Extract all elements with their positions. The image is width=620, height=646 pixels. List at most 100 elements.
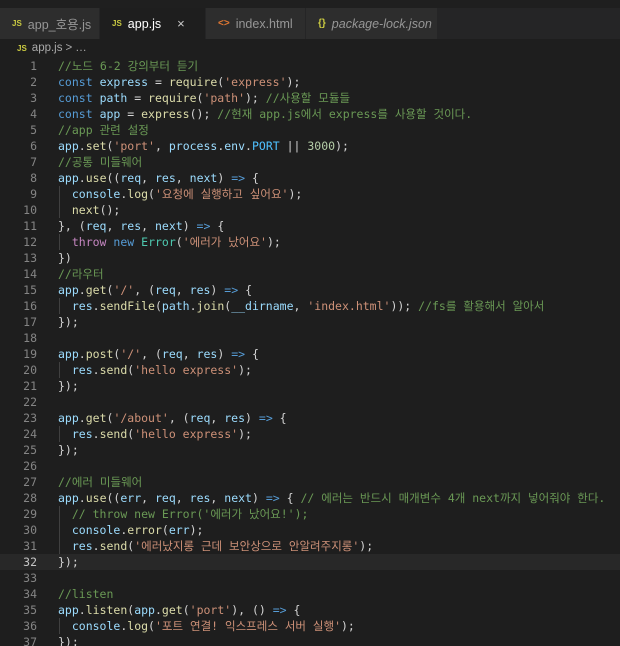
line-number: 23: [23, 411, 37, 425]
code-token: app: [58, 283, 79, 297]
code-line[interactable]: 35 app.listen(app.get('port'), () => {: [0, 602, 620, 618]
code-token: err: [120, 491, 142, 505]
code-token: ,: [210, 411, 225, 425]
line-number: 24: [23, 427, 37, 441]
code-line[interactable]: 31 res.send('에러났지롱 근데 보안상으로 안알려주지롱');: [0, 538, 620, 554]
code-text: });: [58, 442, 79, 458]
code-token: app: [58, 411, 79, 425]
code-line[interactable]: 12 throw new Error('에러가 났어요');: [0, 234, 620, 250]
code-line[interactable]: 33: [0, 570, 620, 586]
code-text: res.sendFile(path.join(__dirname, 'index…: [58, 298, 544, 314]
line-number: 20: [23, 363, 37, 377]
title-bar: [0, 0, 620, 8]
code-token: ((: [106, 491, 121, 505]
code-line[interactable]: 21});: [0, 378, 620, 394]
code-token: next: [154, 219, 183, 233]
code-line[interactable]: 20 res.send('hello express');: [0, 362, 620, 378]
code-line[interactable]: 1 //노드 6-2 강의부터 듣기: [0, 58, 620, 74]
code-line[interactable]: 26: [0, 458, 620, 474]
code-line[interactable]: 36 console.log('포트 연결! 익스프레스 서버 실행');: [0, 618, 620, 634]
code-token: process: [168, 139, 218, 153]
code-token: {: [245, 171, 259, 185]
code-token: app: [134, 603, 155, 617]
code-token: ();: [99, 203, 121, 217]
code-text: next();: [58, 202, 120, 218]
code-line[interactable]: 17});: [0, 314, 620, 330]
breadcrumb-file[interactable]: app.js: [32, 42, 63, 54]
tab-package-lock-json[interactable]: {} package-lock.json: [306, 8, 438, 39]
close-icon[interactable]: ×: [177, 16, 185, 31]
code-line[interactable]: 23 app.get('/about', (req, res) => {: [0, 410, 620, 426]
code-token: ): [217, 171, 232, 185]
code-line[interactable]: 24 res.send('hello express');: [0, 426, 620, 442]
code-token: }, (: [58, 219, 86, 233]
code-line[interactable]: 4 const app = express(); //현재 app.js에서 ex…: [0, 106, 620, 122]
code-line[interactable]: 11}, (req, res, next) => {: [0, 218, 620, 234]
code-token: send: [99, 427, 128, 441]
line-number: 25: [23, 443, 37, 457]
code-token: .: [92, 539, 100, 553]
code-token: send: [99, 363, 128, 377]
code-line[interactable]: 8 app.use((req, res, next) => {: [0, 170, 620, 186]
code-token: .: [78, 283, 86, 297]
code-token: '포트 연결! 익스프레스 서버 실행': [154, 619, 341, 633]
code-token: send: [99, 539, 128, 553]
code-line[interactable]: 32});: [0, 554, 620, 570]
code-token: .: [78, 603, 86, 617]
indent-guide: [59, 506, 60, 554]
code-token: .: [92, 427, 100, 441]
code-line[interactable]: 7 //공통 미들웨어: [0, 154, 620, 170]
code-token: console: [71, 619, 121, 633]
code-line[interactable]: 14 //라우터: [0, 266, 620, 282]
code-line[interactable]: 16 res.sendFile(path.join(__dirname, 'in…: [0, 298, 620, 314]
code-token: // throw new Error('에러가 났어요!');: [71, 507, 309, 521]
code-token: path: [161, 299, 190, 313]
code-line[interactable]: 19 app.post('/', (req, res) => {: [0, 346, 620, 362]
indent-guide: [59, 186, 60, 218]
code-line[interactable]: 28 app.use((err, req, res, next) => { // …: [0, 490, 620, 506]
line-number: 36: [23, 619, 37, 633]
code-line[interactable]: 18: [0, 330, 620, 346]
code-token: PORT: [251, 139, 280, 153]
tab-app-hoyong-js[interactable]: JS app_호용.js: [0, 8, 100, 39]
editor-tab-bar: JS app_호용.js JS app.js × <> index.html {…: [0, 8, 620, 39]
breadcrumb-symbol[interactable]: …: [75, 42, 87, 54]
line-number: 14: [23, 267, 37, 281]
code-line[interactable]: 27 //에러 미들웨어: [0, 474, 620, 490]
js-file-icon: JS: [112, 19, 122, 28]
code-text: // throw new Error('에러가 났어요!');: [58, 506, 309, 522]
code-line[interactable]: 22: [0, 394, 620, 410]
code-line[interactable]: 9 console.log('요청에 실행하고 싶어요');: [0, 186, 620, 202]
line-number: 7: [30, 155, 37, 169]
code-token: =: [148, 75, 169, 89]
code-token: );: [359, 539, 374, 553]
code-line[interactable]: 15 app.get('/', (req, res) => {: [0, 282, 620, 298]
line-number: 27: [23, 475, 37, 489]
code-token: console: [71, 187, 121, 201]
line-number: 21: [23, 379, 37, 393]
code-token: =>: [265, 491, 280, 505]
code-line[interactable]: 30 console.error(err);: [0, 522, 620, 538]
tab-app-js[interactable]: JS app.js ×: [100, 8, 206, 39]
code-line[interactable]: 10 next();: [0, 202, 620, 218]
code-editor[interactable]: 1 //노드 6-2 강의부터 듣기 2 const express = requir…: [0, 57, 620, 646]
code-line[interactable]: 6 app.set('port', process.env.PORT || 300…: [0, 138, 620, 154]
tab-index-html[interactable]: <> index.html: [206, 8, 306, 39]
code-line[interactable]: 2 const express = require('express');: [0, 74, 620, 90]
code-line[interactable]: 3 const path = require('path'); //사용할 모듈들: [0, 90, 620, 106]
code-text: app.get('/', (req, res) => {: [58, 282, 252, 298]
code-line[interactable]: 5 //app 관련 설정: [0, 122, 620, 138]
code-line[interactable]: 37});: [0, 634, 620, 646]
code-token: env: [224, 139, 246, 153]
indent-guide: [59, 298, 60, 314]
code-line[interactable]: 13}): [0, 250, 620, 266]
code-line[interactable]: 29 // throw new Error('에러가 났어요!');: [0, 506, 620, 522]
code-line[interactable]: 34 //listen: [0, 586, 620, 602]
code-token: .: [154, 603, 162, 617]
code-token: (: [154, 299, 162, 313]
code-token: );: [335, 139, 349, 153]
code-token: (: [148, 187, 155, 201]
code-line[interactable]: 25});: [0, 442, 620, 458]
